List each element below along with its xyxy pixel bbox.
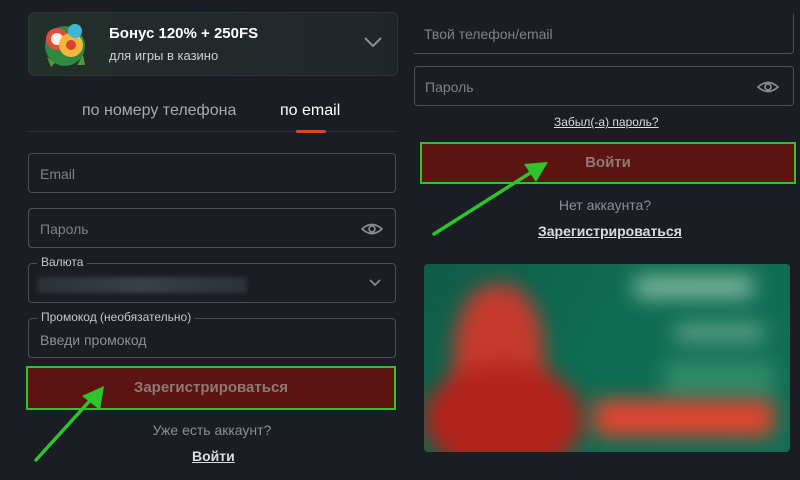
bonus-subtitle: для игры в казино [109, 48, 219, 63]
banner-amount [664, 360, 774, 400]
registration-panel: Бонус 120% + 250FS для игры в казино по … [0, 0, 410, 480]
gift-icon [45, 24, 85, 67]
banner-dress [424, 364, 584, 452]
promo-placeholder: Введи промокод [40, 332, 147, 348]
chevron-down-icon [369, 279, 381, 287]
currency-select[interactable]: Валюта [28, 255, 396, 303]
eye-icon[interactable] [757, 79, 779, 95]
login-password-placeholder: Пароль [425, 79, 474, 95]
email-placeholder: Email [40, 166, 76, 182]
login-panel: Твой телефон/email Пароль Забыл(-а) паро… [410, 0, 800, 480]
login-button[interactable]: Войти [420, 142, 796, 184]
active-tab-indicator [296, 130, 326, 133]
password-placeholder: Пароль [40, 221, 89, 237]
promo-legend: Промокод (необязательно) [37, 310, 196, 324]
currency-value-blurred [37, 277, 247, 293]
banner-line [674, 324, 764, 342]
chevron-down-icon[interactable] [363, 35, 383, 49]
bonus-card[interactable]: Бонус 120% + 250FS для игры в казино [28, 12, 398, 76]
tab-email[interactable]: по email [280, 102, 340, 120]
eye-icon[interactable] [361, 221, 383, 237]
login-link[interactable]: Войти [192, 448, 235, 464]
forgot-password-link[interactable]: Забыл(-а) пароль? [554, 115, 659, 129]
currency-legend: Валюта [37, 255, 88, 269]
register-button[interactable]: Зарегистрироваться [26, 366, 396, 410]
email-field[interactable]: Email [28, 153, 396, 193]
phone-email-placeholder: Твой телефон/email [424, 26, 553, 42]
have-account-text: Уже есть аккаунт? [152, 422, 272, 438]
tab-divider [28, 131, 396, 132]
password-field[interactable]: Пароль [28, 208, 396, 248]
banner-heading [634, 276, 754, 298]
tab-phone[interactable]: по номеру телефона [82, 102, 236, 120]
no-account-text: Нет аккаунта? [558, 197, 652, 213]
banner-button [594, 400, 774, 436]
bonus-title: Бонус 120% + 250FS [109, 25, 259, 42]
login-password-field[interactable]: Пароль [414, 66, 794, 106]
promo-field[interactable]: Промокод (необязательно) Введи промокод [28, 310, 396, 358]
promo-banner-blurred[interactable] [424, 264, 790, 452]
register-link[interactable]: Зарегистрироваться [538, 223, 682, 239]
phone-email-field[interactable]: Твой телефон/email [414, 14, 794, 54]
